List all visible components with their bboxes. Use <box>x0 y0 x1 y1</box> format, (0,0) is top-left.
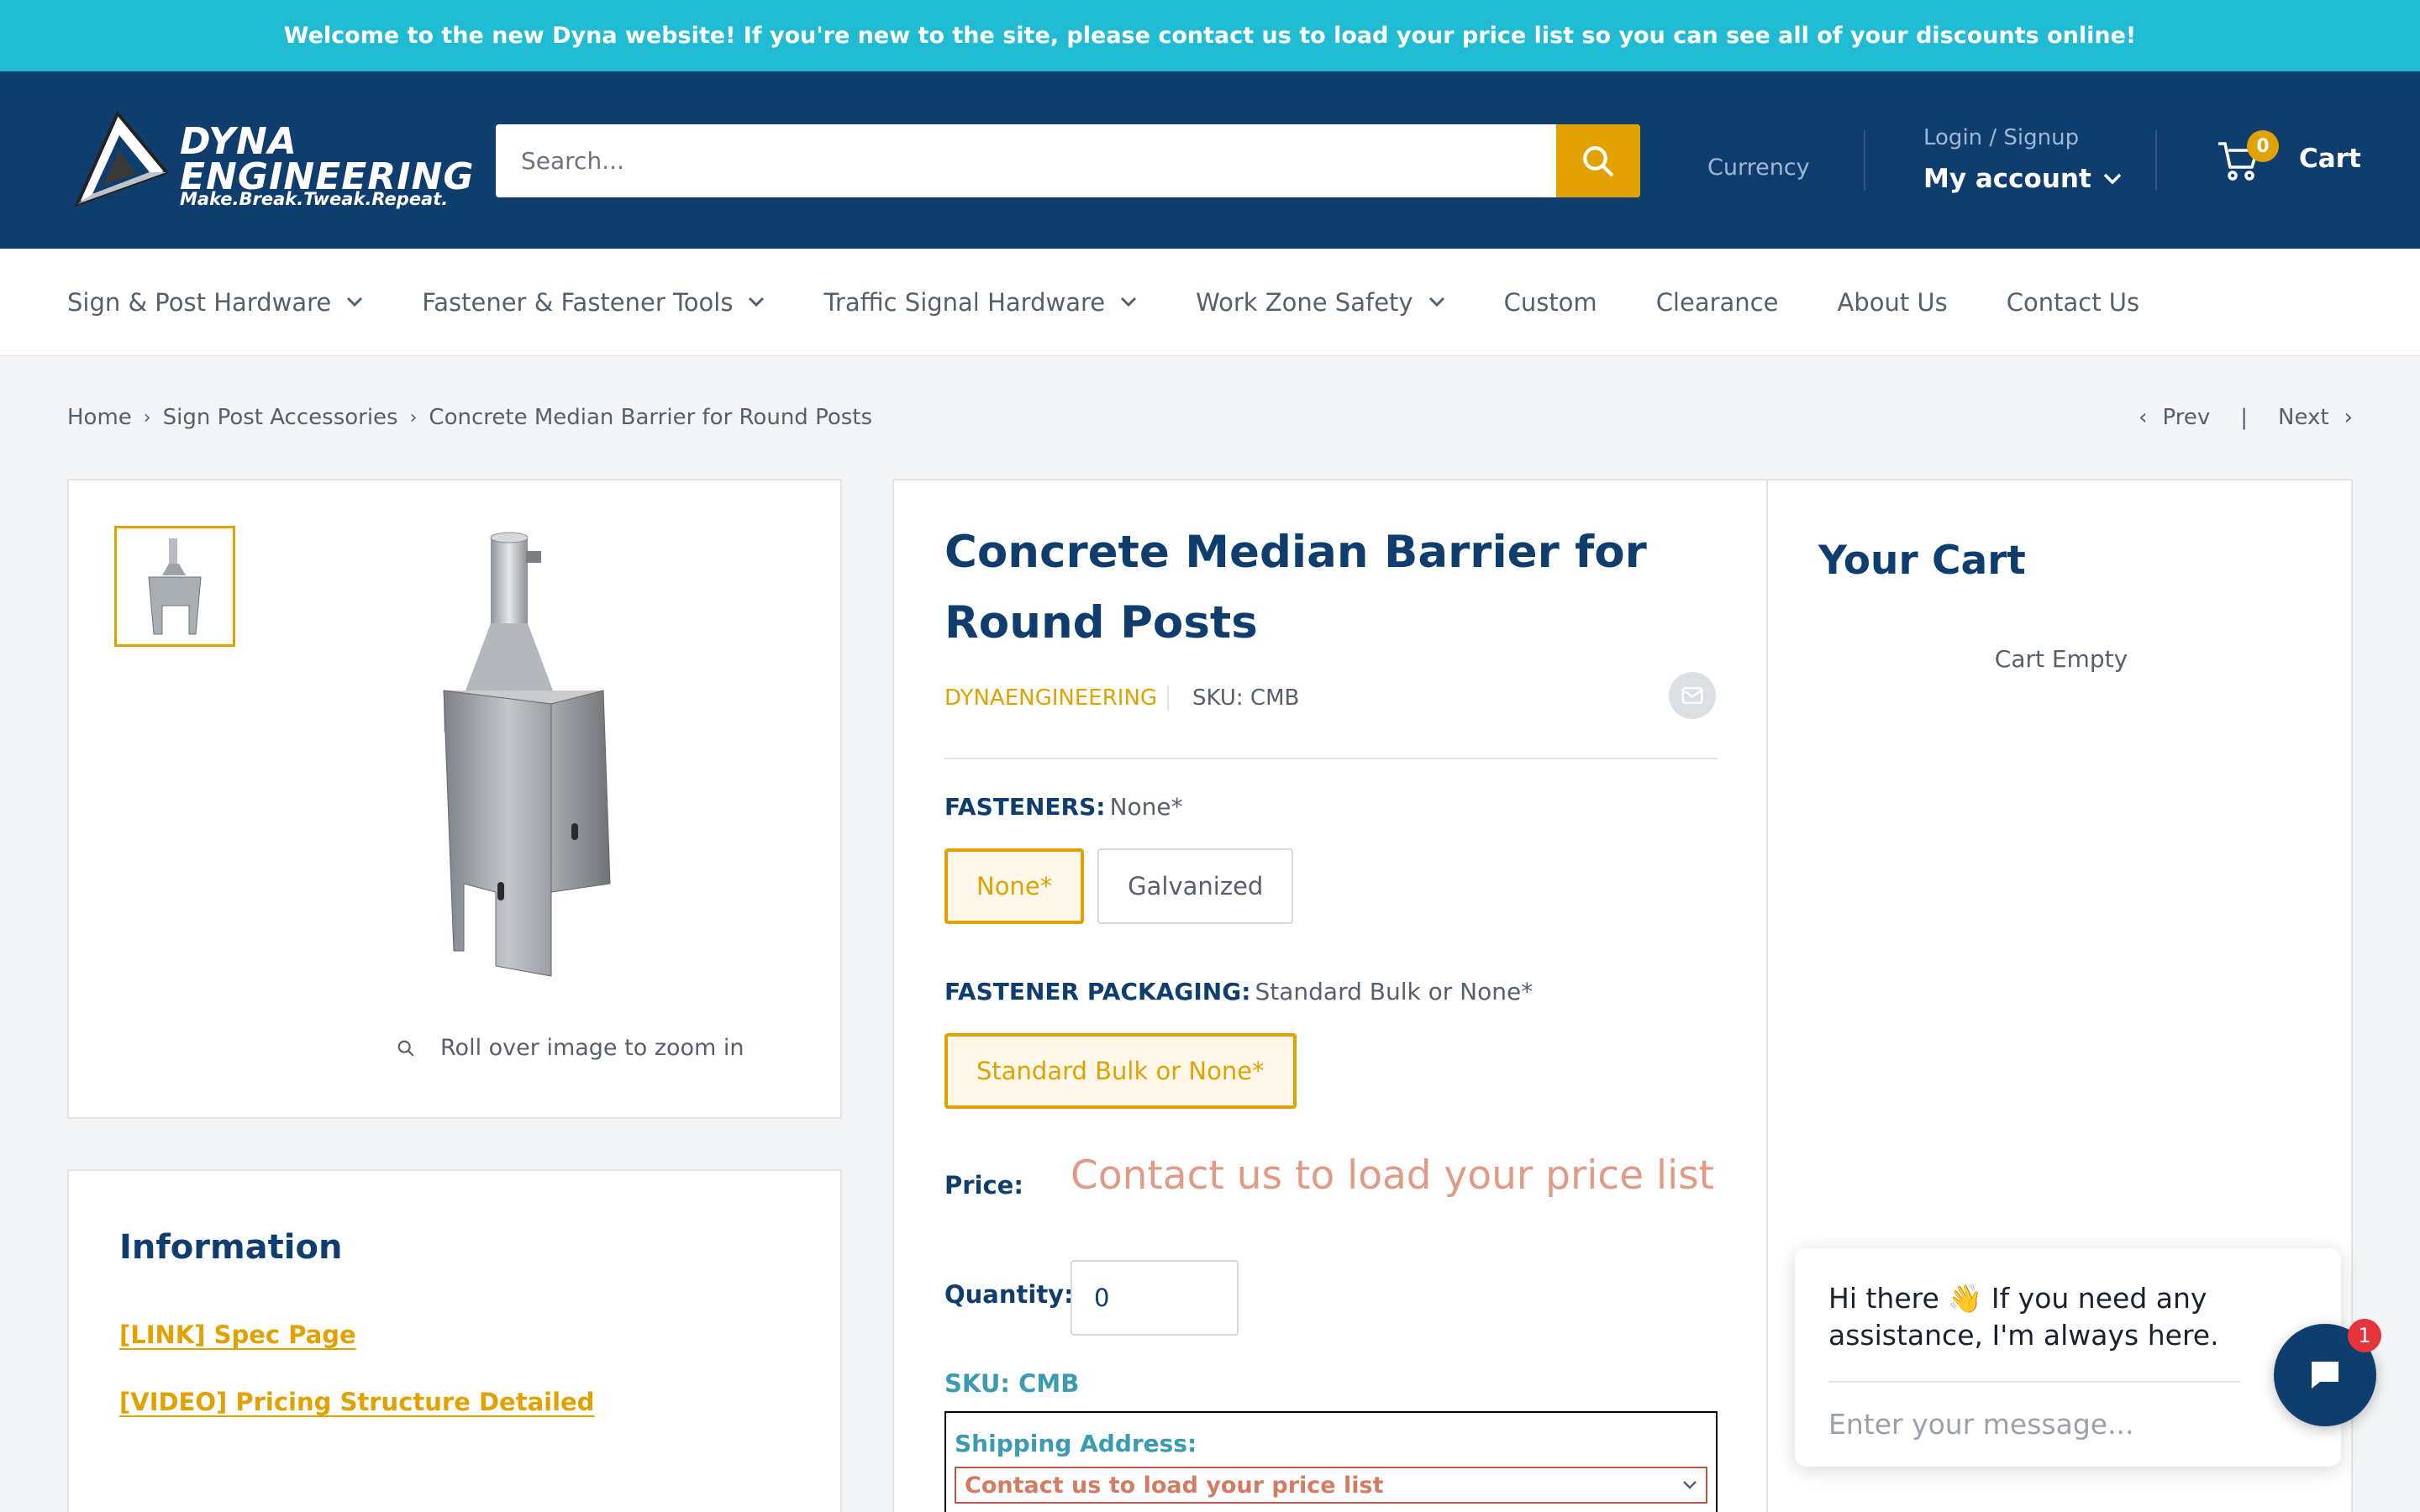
packaging-option-standard[interactable]: Standard Bulk or None* <box>944 1033 1297 1109</box>
quantity-input[interactable] <box>1071 1260 1239 1336</box>
site-header: DYNA ENGINEERING Make.Break.Tweak.Repeat… <box>0 71 2420 249</box>
email-icon <box>1681 687 1703 704</box>
nav-item-label: Traffic Signal Hardware <box>823 287 1106 317</box>
product-thumbnail[interactable] <box>114 526 235 647</box>
price-label: Price: <box>944 1171 1023 1200</box>
product-info: Concrete Median Barrier for Round Posts … <box>892 479 1768 1512</box>
prev-next-nav: ‹ Prev | Next › <box>2139 405 2353 430</box>
product-main-image[interactable] <box>397 522 682 993</box>
nav-item-about-us[interactable]: About Us <box>1837 288 1947 317</box>
search-input[interactable] <box>496 124 1556 197</box>
zoom-hint: Roll over image to zoom in <box>397 1035 744 1061</box>
nav-item-label: Sign & Post Hardware <box>67 287 332 317</box>
product-vendor-link[interactable]: DYNAENGINEERING <box>944 685 1157 711</box>
chat-divider <box>1828 1381 2240 1383</box>
product-sku-repeat: SKU: CMB <box>944 1369 1080 1398</box>
fasteners-option-label: FASTENERS: None* <box>944 793 1183 821</box>
zoom-hint-text: Roll over image to zoom in <box>440 1035 744 1061</box>
prev-next-separator: | <box>2240 405 2249 430</box>
next-link[interactable]: Next <box>2278 405 2329 430</box>
nav-item-work-zone-safety[interactable]: Work Zone Safety <box>1196 288 1444 317</box>
fasteners-label: FASTENERS: <box>944 793 1106 821</box>
chevron-right-icon: › <box>409 407 418 428</box>
nav-item-custom[interactable]: Custom <box>1504 288 1597 317</box>
logo-tagline: Make.Break.Tweak.Repeat. <box>180 189 449 209</box>
fasteners-selected-value: None* <box>1109 793 1183 821</box>
breadcrumb-current: Concrete Median Barrier for Round Posts <box>429 405 873 430</box>
shipping-address-label: Shipping Address: <box>955 1430 1197 1457</box>
breadcrumb-category[interactable]: Sign Post Accessories <box>163 405 398 430</box>
logo-icon[interactable] <box>67 105 176 214</box>
nav-item-clearance[interactable]: Clearance <box>1656 288 1779 317</box>
nav-item-label: Work Zone Safety <box>1196 287 1413 317</box>
my-account-label: My account <box>1923 164 2091 194</box>
shipping-address-box: Shipping Address: Contact us to load you… <box>944 1411 1718 1512</box>
fasteners-options: None* Galvanized <box>944 848 1294 924</box>
breadcrumb: Home › Sign Post Accessories › Concrete … <box>67 405 872 430</box>
meta-divider <box>1167 685 1169 711</box>
packaging-selected-value: Standard Bulk or None* <box>1255 978 1534 1005</box>
product-title: Concrete Median Barrier for Round Posts <box>944 527 1647 648</box>
prev-link[interactable]: Prev <box>2163 405 2211 430</box>
chevron-left-icon: ‹ <box>2139 405 2148 430</box>
cart-count-badge: 0 <box>2247 130 2279 162</box>
nav-item-traffic-signal-hardware[interactable]: Traffic Signal Hardware <box>823 288 1137 317</box>
chevron-down-icon <box>1683 1481 1697 1489</box>
chevron-down-icon <box>749 297 765 307</box>
packaging-option-label: FASTENER PACKAGING: Standard Bulk or Non… <box>944 978 1533 1005</box>
price-value: Contact us to load your price list <box>1071 1152 1715 1199</box>
nav-item-label: Clearance <box>1655 287 1779 317</box>
product-gallery: Roll over image to zoom in <box>67 479 842 1119</box>
chevron-down-icon <box>1428 297 1444 307</box>
divider <box>944 758 1718 759</box>
fastener-option-galvanized[interactable]: Galvanized <box>1097 848 1294 924</box>
chevron-right-icon: › <box>143 407 151 428</box>
cart-link[interactable]: Cart <box>2299 144 2361 174</box>
shipping-address-select[interactable]: Contact us to load your price list <box>955 1467 1707 1504</box>
packaging-options: Standard Bulk or None* <box>944 1033 1297 1109</box>
spec-page-link[interactable]: [LINK] Spec Page <box>119 1320 356 1349</box>
chevron-down-icon <box>1121 297 1137 307</box>
chevron-right-icon: › <box>2344 405 2353 430</box>
chevron-down-icon <box>2103 173 2122 185</box>
header-divider <box>1864 130 1865 191</box>
chat-greeting: Hi there 👋 If you need any assistance, I… <box>1828 1282 2219 1352</box>
nav-item-label: About Us <box>1837 287 1948 317</box>
nav-item-fastener-fastener-tools[interactable]: Fastener & Fastener Tools <box>422 288 765 317</box>
announcement-text: Welcome to the new Dyna website! If you'… <box>283 23 2137 49</box>
fastener-option-none[interactable]: None* <box>944 848 1085 924</box>
chevron-down-icon <box>347 297 363 307</box>
product-sku: SKU: CMB <box>1192 685 1300 711</box>
announcement-bar: Welcome to the new Dyna website! If you'… <box>0 0 2420 71</box>
nav-item-contact-us[interactable]: Contact Us <box>2007 288 2139 317</box>
quantity-label: Quantity: <box>944 1280 1074 1309</box>
nav-item-sign-post-hardware[interactable]: Sign & Post Hardware <box>67 288 363 317</box>
nav-item-label: Custom <box>1503 287 1597 317</box>
pricing-video-link[interactable]: [VIDEO] Pricing Structure Detailed <box>119 1388 594 1416</box>
chat-unread-badge: 1 <box>2348 1319 2381 1352</box>
my-account-menu[interactable]: My account <box>1923 164 2122 194</box>
breadcrumb-home[interactable]: Home <box>67 405 132 430</box>
packaging-label: FASTENER PACKAGING: <box>944 978 1251 1005</box>
cart-empty-message: Cart Empty <box>1994 645 2128 673</box>
information-title: Information <box>119 1228 343 1267</box>
chat-icon <box>2312 1362 2338 1389</box>
chat-message-input[interactable] <box>1828 1403 2240 1445</box>
search-bar <box>496 124 1640 197</box>
nav-item-label: Fastener & Fastener Tools <box>422 287 734 317</box>
login-link[interactable]: Login / Signup <box>1923 125 2079 150</box>
information-card: Information [LINK] Spec Page [VIDEO] Pri… <box>67 1169 842 1512</box>
cart-title: Your Cart <box>1818 538 2026 584</box>
main-nav: Sign & Post Hardware Fastener & Fastener … <box>0 249 2420 356</box>
search-button[interactable] <box>1556 124 1640 197</box>
header-divider <box>2155 130 2157 191</box>
currency-selector[interactable]: Currency <box>1707 130 1810 206</box>
nav-item-label: Contact Us <box>2006 287 2140 317</box>
shipping-select-value: Contact us to load your price list <box>965 1472 1384 1499</box>
chat-popup: Hi there 👋 If you need any assistance, I… <box>1795 1248 2341 1467</box>
share-email-button[interactable] <box>1669 672 1716 719</box>
search-icon <box>1583 145 1613 176</box>
zoom-icon <box>397 1040 414 1056</box>
